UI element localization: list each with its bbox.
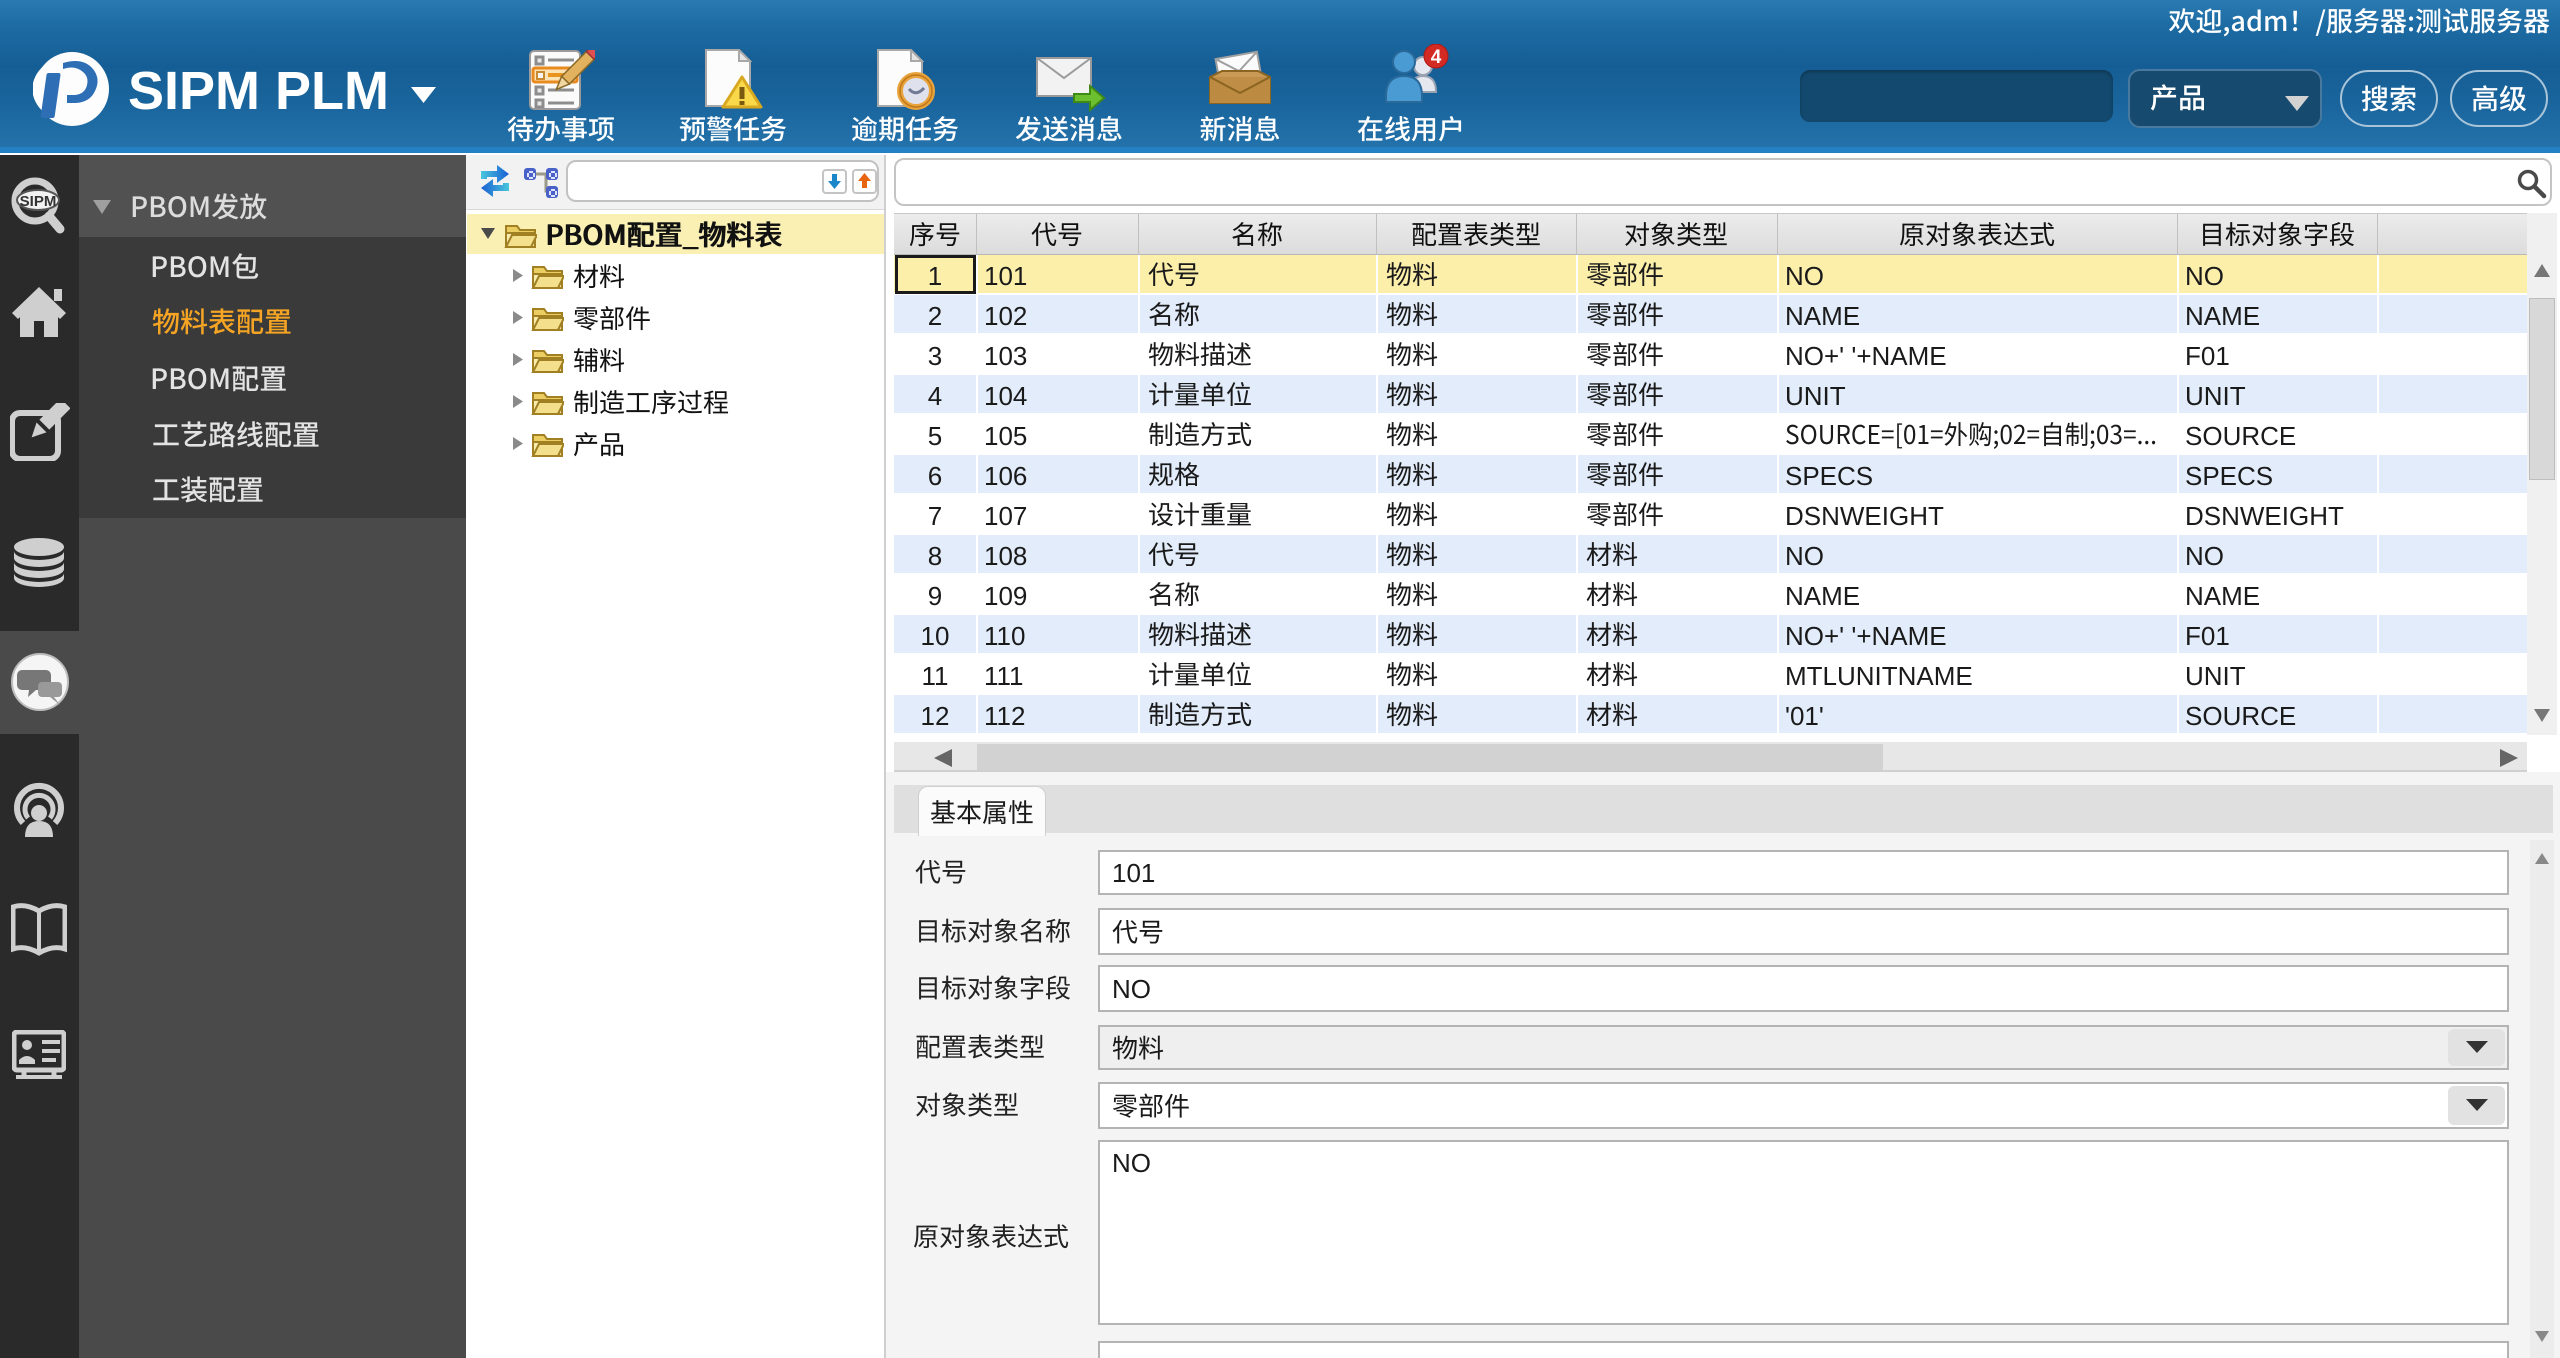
svg-text:4: 4 xyxy=(1431,47,1442,68)
svg-text:SIPM: SIPM xyxy=(20,193,57,210)
